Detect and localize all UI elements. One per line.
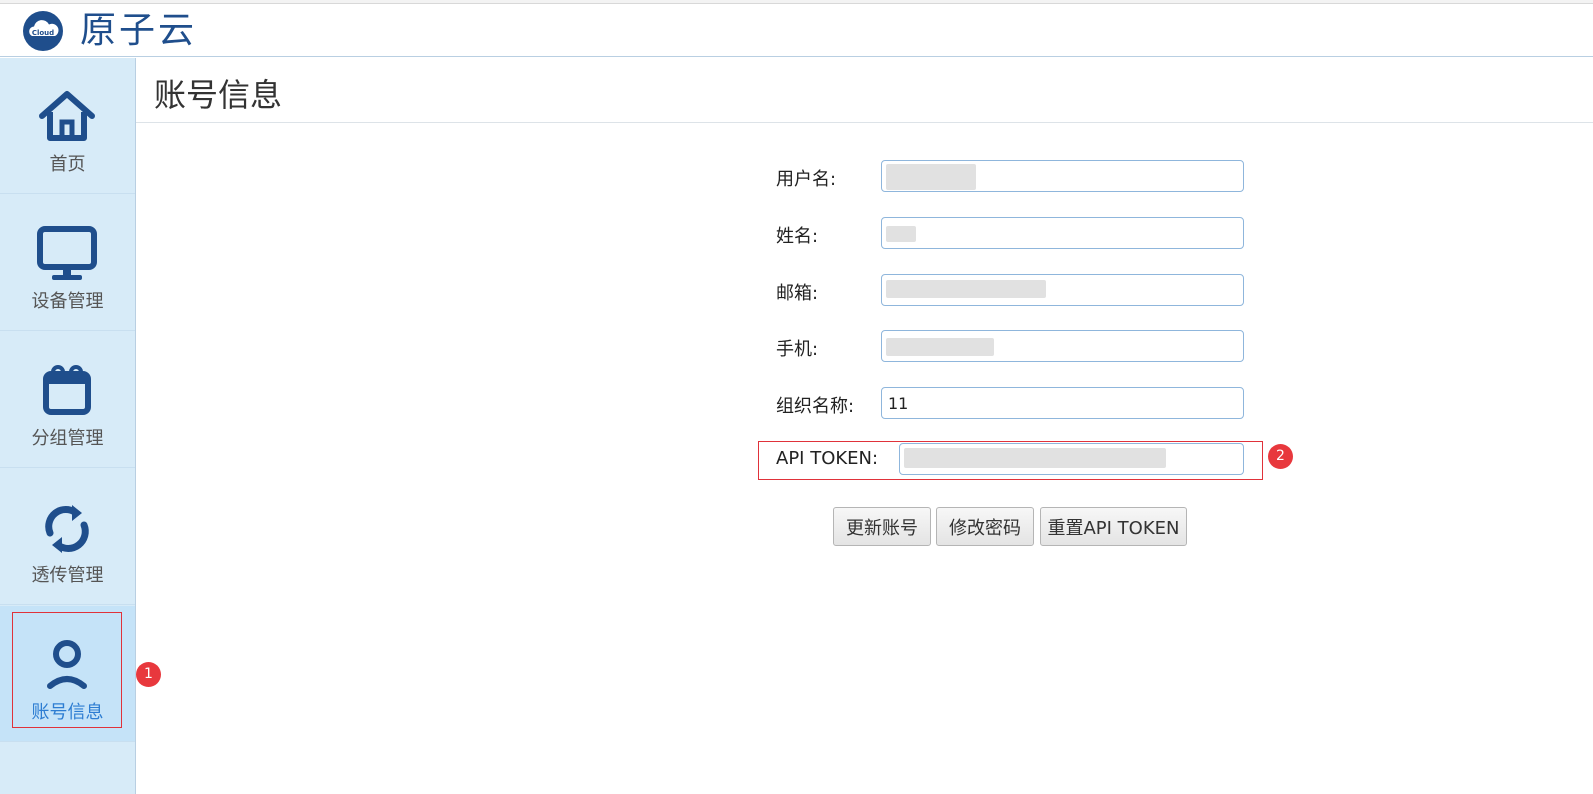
annotation-badge: 1 bbox=[136, 662, 161, 687]
redaction-blur bbox=[904, 448, 1166, 468]
sidebar-item-label: 透传管理 bbox=[31, 565, 104, 586]
redaction-blur bbox=[886, 226, 916, 242]
reset-token-button[interactable]: 重置API TOKEN bbox=[1040, 507, 1187, 546]
logo-text: Cloud bbox=[32, 29, 54, 37]
sidebar-item-devices[interactable]: 设备管理 bbox=[0, 195, 135, 331]
annotation-box-account bbox=[12, 612, 122, 728]
org-input[interactable] bbox=[881, 387, 1244, 419]
token-label: API TOKEN: bbox=[776, 448, 879, 469]
cloud-logo-icon: Cloud bbox=[23, 11, 63, 51]
username-label: 用户名: bbox=[776, 169, 837, 190]
brand-name: 原子云 bbox=[80, 10, 198, 51]
sidebar-item-groups[interactable]: 分组管理 bbox=[0, 332, 135, 468]
annotation-badge: 2 bbox=[1268, 444, 1293, 469]
org-label: 组织名称: bbox=[776, 396, 855, 417]
page-title: 账号信息 bbox=[154, 76, 283, 114]
phone-label: 手机: bbox=[776, 339, 819, 360]
email-label: 邮箱: bbox=[776, 283, 819, 304]
redaction-blur bbox=[886, 338, 994, 356]
sidebar-item-home[interactable]: 首页 bbox=[0, 58, 135, 194]
divider bbox=[136, 122, 1593, 123]
redaction-blur bbox=[886, 164, 976, 190]
monitor-icon bbox=[37, 226, 97, 280]
sidebar-item-label: 分组管理 bbox=[31, 428, 104, 449]
sidebar-item-label: 设备管理 bbox=[31, 291, 104, 312]
name-input[interactable] bbox=[881, 217, 1244, 249]
update-account-button[interactable]: 更新账号 bbox=[833, 507, 931, 546]
app-header: Cloud 原子云 bbox=[0, 4, 1593, 57]
redaction-blur bbox=[886, 280, 1046, 298]
change-password-button[interactable]: 修改密码 bbox=[936, 507, 1034, 546]
sidebar-item-passthrough[interactable]: 透传管理 bbox=[0, 469, 135, 605]
sync-icon bbox=[45, 505, 89, 553]
home-icon bbox=[39, 91, 95, 141]
sidebar-item-label: 首页 bbox=[49, 154, 86, 175]
calendar-icon bbox=[43, 365, 91, 415]
name-label: 姓名: bbox=[776, 226, 819, 247]
